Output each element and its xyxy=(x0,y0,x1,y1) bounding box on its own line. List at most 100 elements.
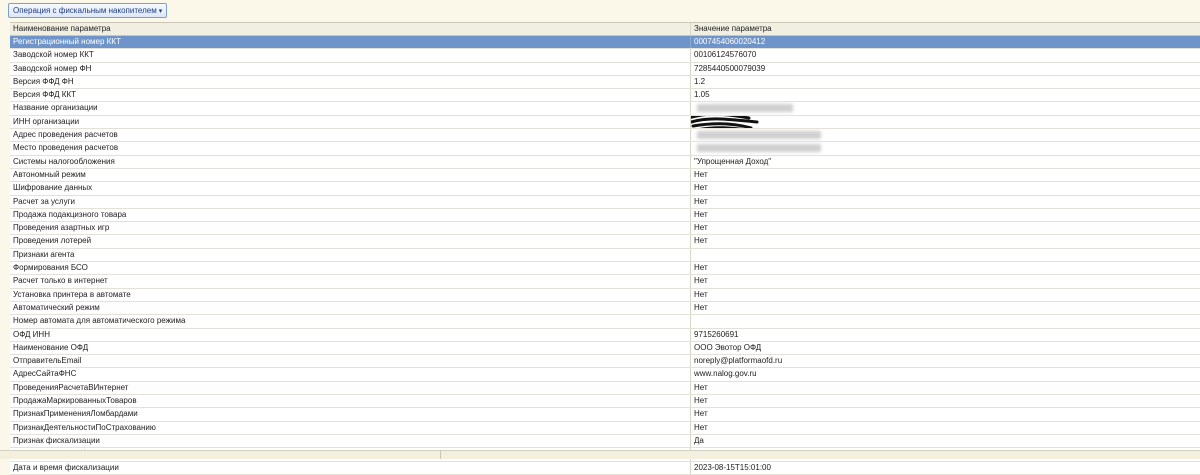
table-row[interactable]: Название организации xyxy=(10,102,1200,116)
parameter-value-cell: Нет xyxy=(694,183,708,193)
column-header-parameter-name[interactable]: Наименование параметра xyxy=(10,23,691,35)
toolbar: Операция с фискальным накопителем ▾ xyxy=(0,0,1200,19)
parameter-name-cell: Номер автомата для автоматического режим… xyxy=(10,315,691,328)
parameter-name-cell: ПродажаМаркированныхТоваров xyxy=(10,395,691,408)
table-row[interactable]: Автономный режим Нет xyxy=(10,168,1200,183)
parameter-name-cell: ОФД ИНН xyxy=(10,328,691,341)
parameter-name-cell: Расчет только в интернет xyxy=(10,275,691,288)
parameter-name-cell: Продажа подакцизного товара xyxy=(10,208,691,222)
parameter-name-cell: Заводской номер ФН xyxy=(10,62,691,75)
parameter-name-cell: Версия ФФД ККТ xyxy=(10,89,691,102)
table-row[interactable]: Адрес проведения расчетов xyxy=(10,129,1200,143)
parameter-name-cell: Признаки агента xyxy=(10,248,691,262)
table-row[interactable]: ПродажаМаркированныхТоваров Нет xyxy=(10,395,1200,409)
table-row[interactable]: Автоматический режим Нет xyxy=(10,301,1200,316)
parameter-value-cell: 2023-08-15T15:01:00 xyxy=(694,462,771,472)
parameter-value-cell: Нет xyxy=(694,422,708,432)
redacted-value xyxy=(697,144,821,153)
table-row[interactable]: Дата и время фискализации 2023-08-15T15:0… xyxy=(10,461,1200,475)
parameter-value-cell xyxy=(691,129,1200,141)
table-row[interactable]: ОтправительEmail noreply@platformaofd.ru xyxy=(10,355,1200,369)
parameter-name-cell: АдресСайтаФНС xyxy=(10,368,691,381)
parameter-name-cell: ПроведенияРасчетаВИнтернет xyxy=(10,381,691,395)
table-row[interactable]: АдресСайтаФНС www.nalog.gov.ru xyxy=(10,368,1200,382)
table-row[interactable]: Проведения азартных игр Нет xyxy=(10,222,1200,236)
table-row[interactable]: Признаки агента xyxy=(10,248,1200,263)
table-row[interactable]: Расчет только в интернет Нет xyxy=(10,275,1200,289)
parameter-value-cell: Нет xyxy=(694,302,708,312)
chevron-down-icon: ▾ xyxy=(158,8,163,15)
redacted-value xyxy=(697,104,793,113)
column-header-parameter-value[interactable]: Значение параметра xyxy=(691,23,1200,35)
parameter-name-cell: Признак фискализации xyxy=(10,434,691,448)
parameter-value-cell xyxy=(691,249,1200,261)
parameter-name-cell: ПризнакПримененияЛомбардами xyxy=(10,408,691,421)
parameter-name-cell: Регистрационный номер ККТ xyxy=(10,36,691,49)
parameter-name-cell: Системы налогообложения xyxy=(10,155,691,168)
parameter-value-cell: Нет xyxy=(694,196,708,206)
parameter-value-cell: Нет xyxy=(694,223,708,233)
table-row[interactable]: Заводской номер ФН 7285440500079039 xyxy=(10,62,1200,76)
table-row[interactable]: Версия ФФД ФН 1.2 xyxy=(10,75,1200,90)
parameter-name-cell: Автономный режим xyxy=(10,168,691,182)
parameter-name-cell: Шифрование данных xyxy=(10,182,691,195)
parameter-name-cell: Проведения азартных игр xyxy=(10,222,691,235)
operation-button-label: Операция с фискальным накопителем xyxy=(13,6,157,15)
table-row[interactable]: Место проведения расчетов xyxy=(10,142,1200,156)
parameter-name-cell: Наименование ОФД xyxy=(10,341,691,355)
parameter-value-cell: Нет xyxy=(694,263,708,273)
parameter-value-cell: Нет xyxy=(694,209,708,219)
parameter-value-cell: Нет xyxy=(694,289,708,299)
parameter-name-cell: Название организации xyxy=(10,102,691,115)
parameter-value-cell: Нет xyxy=(694,409,708,419)
parameter-value-cell: ООО Эвотор ОФД xyxy=(694,342,762,352)
parameter-value-cell: Нет xyxy=(694,236,708,246)
parameter-value-cell xyxy=(691,142,1200,154)
table-row[interactable]: ПризнакДеятельностиПоСтрахованию Нет xyxy=(10,421,1200,435)
parameter-name-cell: ОтправительEmail xyxy=(10,355,691,368)
table-row[interactable]: Проведения лотерей Нет xyxy=(10,235,1200,249)
table-row[interactable]: ПроведенияРасчетаВИнтернет Нет xyxy=(10,381,1200,396)
table-row[interactable]: Версия ФФД ККТ 1.05 xyxy=(10,89,1200,103)
table-row[interactable]: Расчет за услуги Нет xyxy=(10,195,1200,209)
parameter-name-cell: ПризнакДеятельностиПоСтрахованию xyxy=(10,421,691,434)
parameter-value-cell: 7285440500079039 xyxy=(694,63,766,73)
table-row[interactable]: Признак фискализации Да xyxy=(10,434,1200,449)
parameter-value-cell: noreply@platformaofd.ru xyxy=(694,356,783,366)
table-row[interactable]: Заводской номер ККТ 00106124576070 xyxy=(10,49,1200,63)
parameter-name-cell: Формирования БСО xyxy=(10,262,691,275)
parameter-value-cell: Нет xyxy=(694,382,708,392)
table-body: Регистрационный номер ККТ 000745406002041… xyxy=(10,36,1200,475)
table-row[interactable]: Номер автомата для автоматического режим… xyxy=(10,315,1200,329)
scribble-redaction xyxy=(691,115,759,129)
parameters-table: Наименование параметра Значение параметр… xyxy=(10,22,1200,475)
parameter-value-cell: 00106124576070 xyxy=(694,50,757,60)
parameter-name-cell: Место проведения расчетов xyxy=(10,142,691,155)
parameter-value-cell: 1.05 xyxy=(694,90,710,100)
parameter-value-cell: www.nalog.gov.ru xyxy=(694,369,757,379)
table-row[interactable]: Формирования БСО Нет xyxy=(10,262,1200,276)
table-row[interactable]: ОФД ИНН 9715260691 xyxy=(10,328,1200,342)
table-row[interactable]: ИНН организации xyxy=(10,115,1200,130)
parameter-name-cell: Расчет за услуги xyxy=(10,195,691,208)
parameter-name-cell: Версия ФФД ФН xyxy=(10,75,691,89)
table-row[interactable]: ПризнакПримененияЛомбардами Нет xyxy=(10,408,1200,422)
parameter-name-cell: Проведения лотерей xyxy=(10,235,691,248)
fiscal-operation-dropdown-button[interactable]: Операция с фискальным накопителем ▾ xyxy=(8,3,168,18)
parameter-value-cell: Нет xyxy=(694,169,708,179)
parameter-name-cell: ИНН организации xyxy=(10,115,691,129)
table-row[interactable]: Установка принтера в автомате Нет xyxy=(10,288,1200,302)
parameter-name-cell: Заводской номер ККТ xyxy=(10,49,691,62)
parameter-value-cell: 0007454060020412 xyxy=(694,37,766,46)
table-row[interactable]: Системы налогообложения "Упрощенная Доход… xyxy=(10,155,1200,169)
table-row[interactable]: Наименование ОФД ООО Эвотор ОФД xyxy=(10,341,1200,356)
parameter-value-cell xyxy=(691,102,1200,114)
parameter-name-cell: Дата и время фискализации xyxy=(10,461,691,474)
table-row[interactable]: Шифрование данных Нет xyxy=(10,182,1200,196)
table-row[interactable]: Продажа подакцизного товара Нет xyxy=(10,208,1200,223)
parameter-name-cell: Автоматический режим xyxy=(10,301,691,315)
table-row[interactable]: Регистрационный номер ККТ 000745406002041… xyxy=(10,36,1200,50)
parameter-value-cell: Нет xyxy=(694,276,708,286)
table-header: Наименование параметра Значение параметр… xyxy=(10,23,1200,36)
parameter-name-cell: Адрес проведения расчетов xyxy=(10,129,691,142)
